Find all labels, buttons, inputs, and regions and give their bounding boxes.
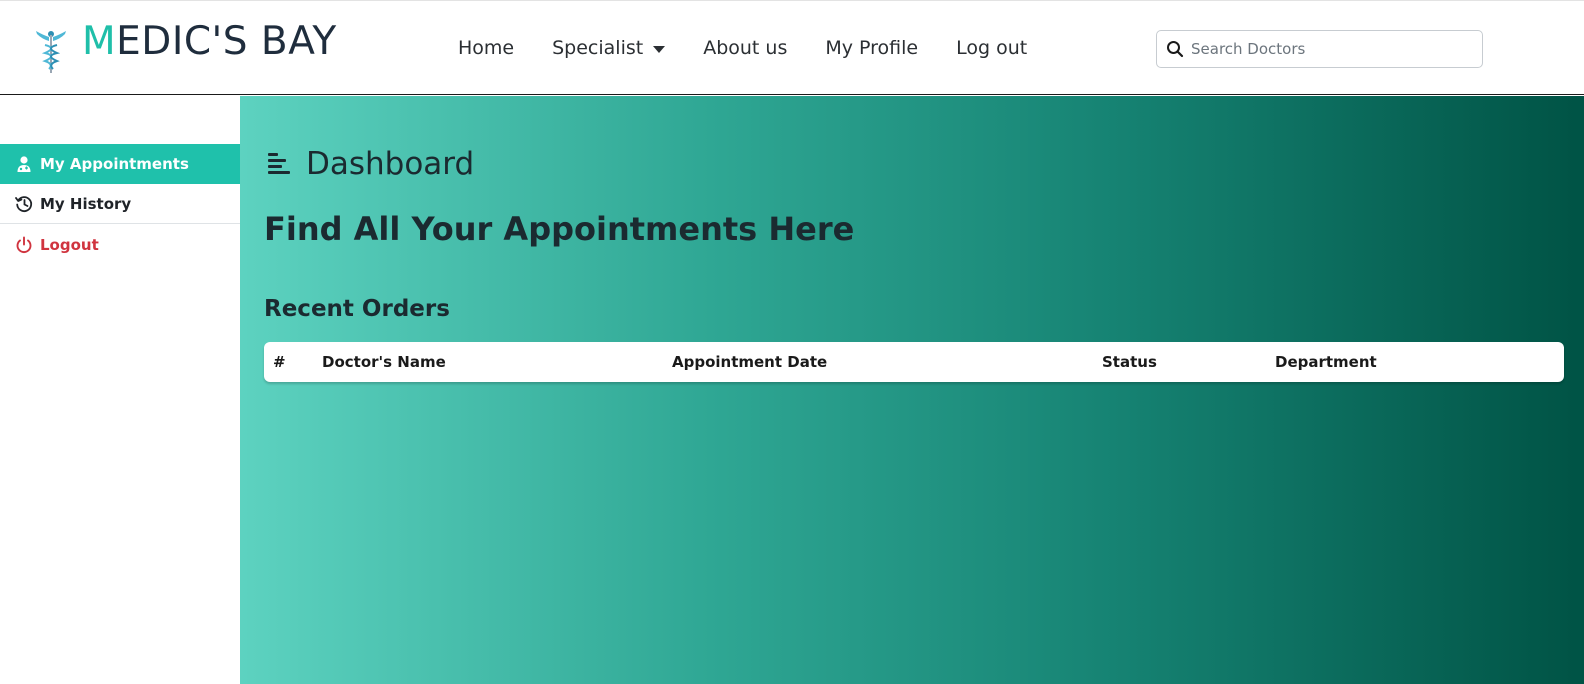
- recent-orders-heading: Recent Orders: [264, 296, 450, 322]
- sidebar-item-my-appointments[interactable]: My Appointments: [0, 144, 240, 184]
- history-icon: [15, 195, 33, 212]
- nav-specialist-dropdown[interactable]: Specialist: [552, 37, 666, 59]
- column-header-number: #: [273, 353, 286, 371]
- search-icon: [1167, 41, 1184, 58]
- main-content: Dashboard Find All Your Appointments Her…: [240, 96, 1584, 684]
- brand-link[interactable]: MEDIC'S BAY: [34, 21, 337, 75]
- appointments-heading: Find All Your Appointments Here: [264, 210, 855, 248]
- nav-specialist-label: Specialist: [552, 37, 644, 59]
- user-doctor-icon: [17, 156, 31, 172]
- nav-home-label: Home: [458, 37, 515, 59]
- sidebar-item-my-history[interactable]: My History: [0, 184, 240, 224]
- nav-log-out[interactable]: Log out: [956, 37, 1027, 59]
- nav-about-us[interactable]: About us: [703, 37, 787, 59]
- orders-table: # Doctor's Name Appointment Date Status …: [264, 342, 1564, 382]
- brand-name-rest: EDIC'S BAY: [116, 19, 337, 64]
- brand-accent-letter: M: [82, 19, 117, 64]
- sidebar-item-label: My Appointments: [40, 155, 189, 173]
- column-header-appointment-date: Appointment Date: [672, 353, 828, 371]
- column-header-doctor-name: Doctor's Name: [322, 353, 446, 371]
- nav-my-profile[interactable]: My Profile: [825, 37, 918, 59]
- sidebar: My Appointments My History Logout: [0, 96, 240, 684]
- main-nav: Home Specialist About us My Profile Log …: [458, 37, 1065, 59]
- nav-home[interactable]: Home: [458, 37, 514, 59]
- sidebar-item-label: Logout: [40, 236, 99, 254]
- sidebar-item-label: My History: [40, 194, 132, 213]
- nav-about-label: About us: [703, 37, 788, 59]
- search-doctors-input[interactable]: [1191, 40, 1471, 58]
- search-box[interactable]: [1156, 30, 1483, 68]
- caret-down-icon: [653, 45, 666, 53]
- top-navbar: MEDIC'S BAY Home Specialist About us My …: [0, 0, 1584, 95]
- column-header-department: Department: [1275, 353, 1377, 371]
- caduceus-logo-icon: [36, 31, 66, 73]
- power-icon: [16, 236, 32, 254]
- dashboard-title: Dashboard: [306, 146, 475, 182]
- column-header-status: Status: [1102, 353, 1157, 371]
- sidebar-item-logout[interactable]: Logout: [0, 225, 240, 265]
- align-left-icon: [268, 153, 290, 174]
- nav-logout-label: Log out: [956, 37, 1028, 59]
- nav-profile-label: My Profile: [825, 37, 919, 59]
- page-title: Dashboard: [266, 146, 474, 182]
- brand-name: MEDIC'S BAY: [82, 21, 337, 63]
